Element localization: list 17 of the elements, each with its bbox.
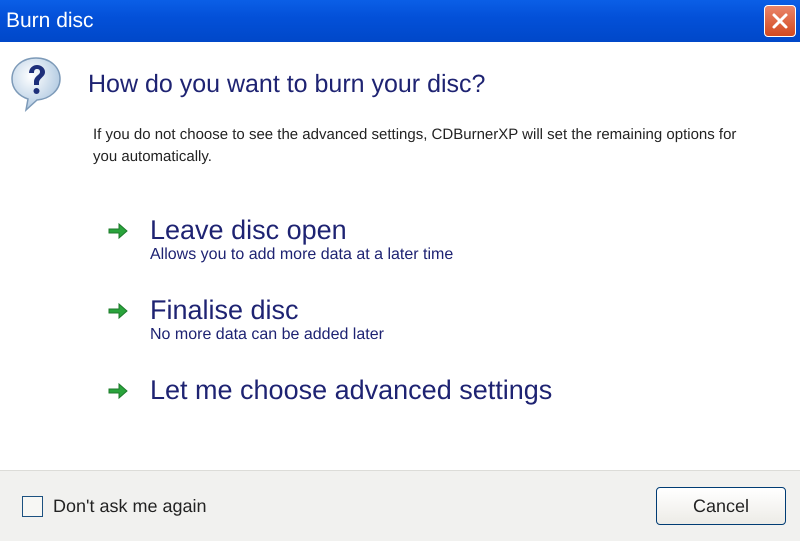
option-description: No more data can be added later [150,326,384,344]
question-icon [10,56,62,112]
dialog-heading: How do you want to burn your disc? [88,70,486,98]
option-link[interactable]: Let me choose advanced settings [150,374,552,406]
checkbox[interactable] [22,496,43,516]
option-description: Allows you to add more data at a later time [150,246,454,264]
close-button[interactable] [764,5,796,37]
window-title: Burn disc [6,9,94,33]
description-text: If you do not choose to see the advanced settings, CDBurnerXP will set the remaining options for you automatically. [93,125,738,167]
arrow-icon [108,222,128,240]
checkbox-label: Don't ask me again [53,496,207,516]
arrow-icon [108,382,128,400]
close-icon [771,12,789,30]
cancel-button[interactable]: Cancel [656,487,786,525]
option-link[interactable]: Finalise disc [150,294,384,326]
arrow-icon [108,302,128,320]
option-link[interactable]: Leave disc open [150,214,454,246]
